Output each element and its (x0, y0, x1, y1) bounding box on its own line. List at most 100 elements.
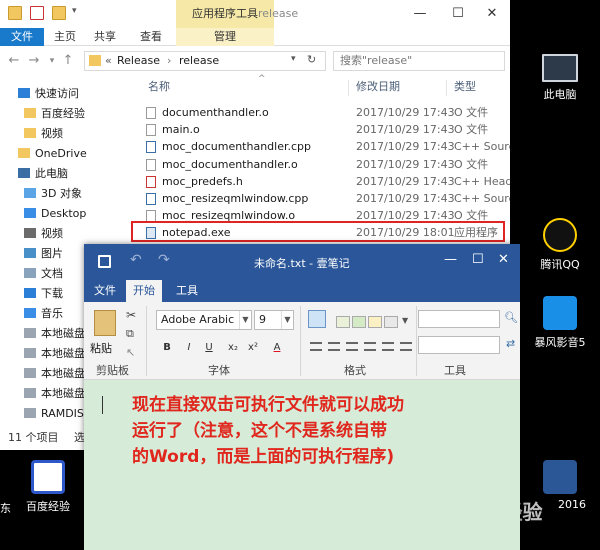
breadcrumb-release-sub[interactable]: release (179, 54, 219, 67)
sidebar-item[interactable]: 视频 (24, 224, 63, 244)
close-icon[interactable]: ✕ (498, 252, 509, 267)
italic-button[interactable]: I (182, 341, 196, 355)
tab-tools[interactable]: 工具 (170, 280, 204, 302)
file-row[interactable]: documenthandler.o 2017/10/29 17:43 O 文件 (128, 104, 510, 121)
sidebar-item[interactable]: 本地磁盘 (24, 364, 85, 384)
minimize-icon[interactable]: — (444, 252, 457, 267)
back-arrow-icon[interactable]: ← (6, 52, 22, 70)
column-header-type[interactable]: 类型 (454, 76, 476, 98)
tab-home[interactable]: 主页 (48, 28, 82, 46)
sidebar-item[interactable]: 3D 对象 (24, 184, 82, 204)
desktop-icon (24, 208, 36, 218)
notepad-ribbon-tabs: 文件 开始 工具 (84, 280, 520, 302)
color-swatch[interactable] (368, 316, 382, 328)
justify-icon[interactable] (364, 342, 376, 351)
file-row[interactable]: moc_resizeqmlwindow.cpp 2017/10/29 17:43 C… (128, 190, 510, 207)
list-icon[interactable] (400, 342, 412, 351)
sidebar-item-label: OneDrive (35, 147, 87, 160)
sidebar-item[interactable]: 快速访问 (18, 84, 79, 104)
copy-icon[interactable]: ⧉ (126, 327, 134, 341)
file-row[interactable]: main.o 2017/10/29 17:43 O 文件 (128, 121, 510, 138)
recent-dropdown-icon[interactable]: ▾ (44, 52, 60, 70)
font-size-select[interactable]: 9 ▼ (254, 310, 294, 330)
align-right-icon[interactable] (346, 342, 358, 351)
sidebar-item[interactable]: 音乐 (24, 304, 63, 324)
file-name: moc_predefs.h (162, 174, 243, 188)
sidebar-item[interactable]: 视频 (24, 124, 63, 144)
align-center-icon[interactable] (328, 342, 340, 351)
font-color-button[interactable]: A (270, 341, 284, 355)
chevron-right-icon: › (167, 54, 172, 67)
sidebar-item[interactable]: Desktop (24, 204, 86, 224)
font-name-select[interactable]: Adobe Arabic ▼ (156, 310, 252, 330)
minimize-icon[interactable]: — (400, 0, 440, 28)
replace-icon[interactable]: ⇄ (506, 337, 515, 350)
computer-icon (18, 168, 30, 178)
search-icon[interactable]: 🔍︎ (504, 311, 518, 324)
refresh-icon[interactable]: ↻ (307, 53, 316, 66)
paint-bucket-icon[interactable] (308, 310, 326, 328)
editor-area[interactable]: 现在直接双击可执行文件就可以成功 运行了（注意，这个不是系统自带 的Word，而… (84, 380, 520, 550)
search-input[interactable]: 搜索"release" (333, 51, 505, 71)
desktop-icon-baidu-jingyan[interactable]: 百度经验 (18, 460, 78, 514)
sidebar-item[interactable]: 本地磁盘 (24, 384, 85, 404)
new-folder-icon[interactable] (52, 6, 66, 20)
download-icon (24, 288, 36, 298)
tab-view[interactable]: 查看 (134, 28, 168, 46)
up-arrow-icon[interactable]: ↑ (60, 52, 76, 70)
tab-share[interactable]: 共享 (88, 28, 122, 46)
superscript-button[interactable]: x² (244, 341, 262, 355)
color-swatch[interactable] (384, 316, 398, 328)
desktop-icon-this-pc[interactable]: 此电脑 (530, 54, 590, 102)
format-painter-icon[interactable]: ↖ (126, 346, 135, 359)
subscript-button[interactable]: x₂ (224, 341, 242, 355)
breadcrumb-release[interactable]: Release (117, 54, 160, 67)
maximize-icon[interactable]: ☐ (472, 252, 484, 267)
color-swatch[interactable] (352, 316, 366, 328)
sidebar-item[interactable]: 本地磁盘 (24, 344, 85, 364)
file-row[interactable]: moc_documenthandler.cpp 2017/10/29 17:43 C… (128, 138, 510, 155)
save-icon[interactable] (98, 255, 111, 268)
file-date: 2017/10/29 17:43 (356, 174, 455, 188)
indent-icon[interactable] (382, 342, 394, 351)
sidebar-item[interactable]: 下载 (24, 284, 63, 304)
item-count: 11 个项目 (8, 431, 59, 444)
desktop-icon-label: 暴风影音5 (534, 336, 586, 349)
forward-arrow-icon[interactable]: → (26, 52, 42, 70)
close-icon[interactable]: ✕ (472, 0, 510, 28)
paste-button[interactable]: 粘贴 (90, 340, 112, 356)
tab-file[interactable]: 文件 (0, 28, 44, 46)
find-input[interactable] (418, 310, 500, 328)
desktop-icon-qq[interactable]: 腾讯QQ (530, 218, 590, 272)
properties-icon[interactable] (30, 6, 44, 20)
quick-access-dropdown-icon[interactable]: ▾ (72, 6, 77, 16)
replace-input[interactable] (418, 336, 500, 354)
sidebar-item[interactable]: 文档 (24, 264, 63, 284)
tab-file[interactable]: 文件 (88, 280, 122, 302)
sidebar-item[interactable]: 百度经验 (24, 104, 85, 124)
sidebar-item[interactable]: RAMDISK (24, 404, 91, 424)
paste-icon[interactable] (94, 310, 116, 336)
sidebar-item[interactable]: 图片 (24, 244, 63, 264)
column-header-name[interactable]: 名称 (148, 76, 170, 98)
undo-icon[interactable]: ↶ (130, 252, 142, 268)
align-left-icon[interactable] (310, 342, 322, 351)
underline-button[interactable]: U (202, 341, 216, 355)
swatch-dropdown-icon[interactable]: ▼ (402, 316, 408, 325)
sidebar-item[interactable]: 此电脑 (18, 164, 68, 184)
address-bar[interactable]: « Release › release ▾ ↻ (84, 51, 326, 71)
tab-manage[interactable]: 管理 (176, 28, 274, 46)
tab-home[interactable]: 开始 (126, 280, 162, 302)
color-swatch[interactable] (336, 316, 350, 328)
file-row[interactable]: moc_documenthandler.o 2017/10/29 17:43 O 文… (128, 156, 510, 173)
cut-icon[interactable]: ✂ (126, 308, 136, 322)
file-row[interactable]: moc_predefs.h 2017/10/29 17:43C++ Header (128, 173, 510, 190)
sidebar-item[interactable]: 本地磁盘 (24, 324, 85, 344)
redo-icon[interactable]: ↷ (158, 252, 170, 268)
address-dropdown-icon[interactable]: ▾ (291, 54, 296, 64)
sidebar-item[interactable]: OneDrive (18, 144, 87, 164)
desktop-icon-baofeng[interactable]: 暴风影音5 (530, 296, 590, 350)
column-header-date[interactable]: 修改日期 (356, 76, 400, 98)
bold-button[interactable]: B (160, 341, 174, 355)
sidebar-item-label: 此电脑 (35, 167, 68, 180)
